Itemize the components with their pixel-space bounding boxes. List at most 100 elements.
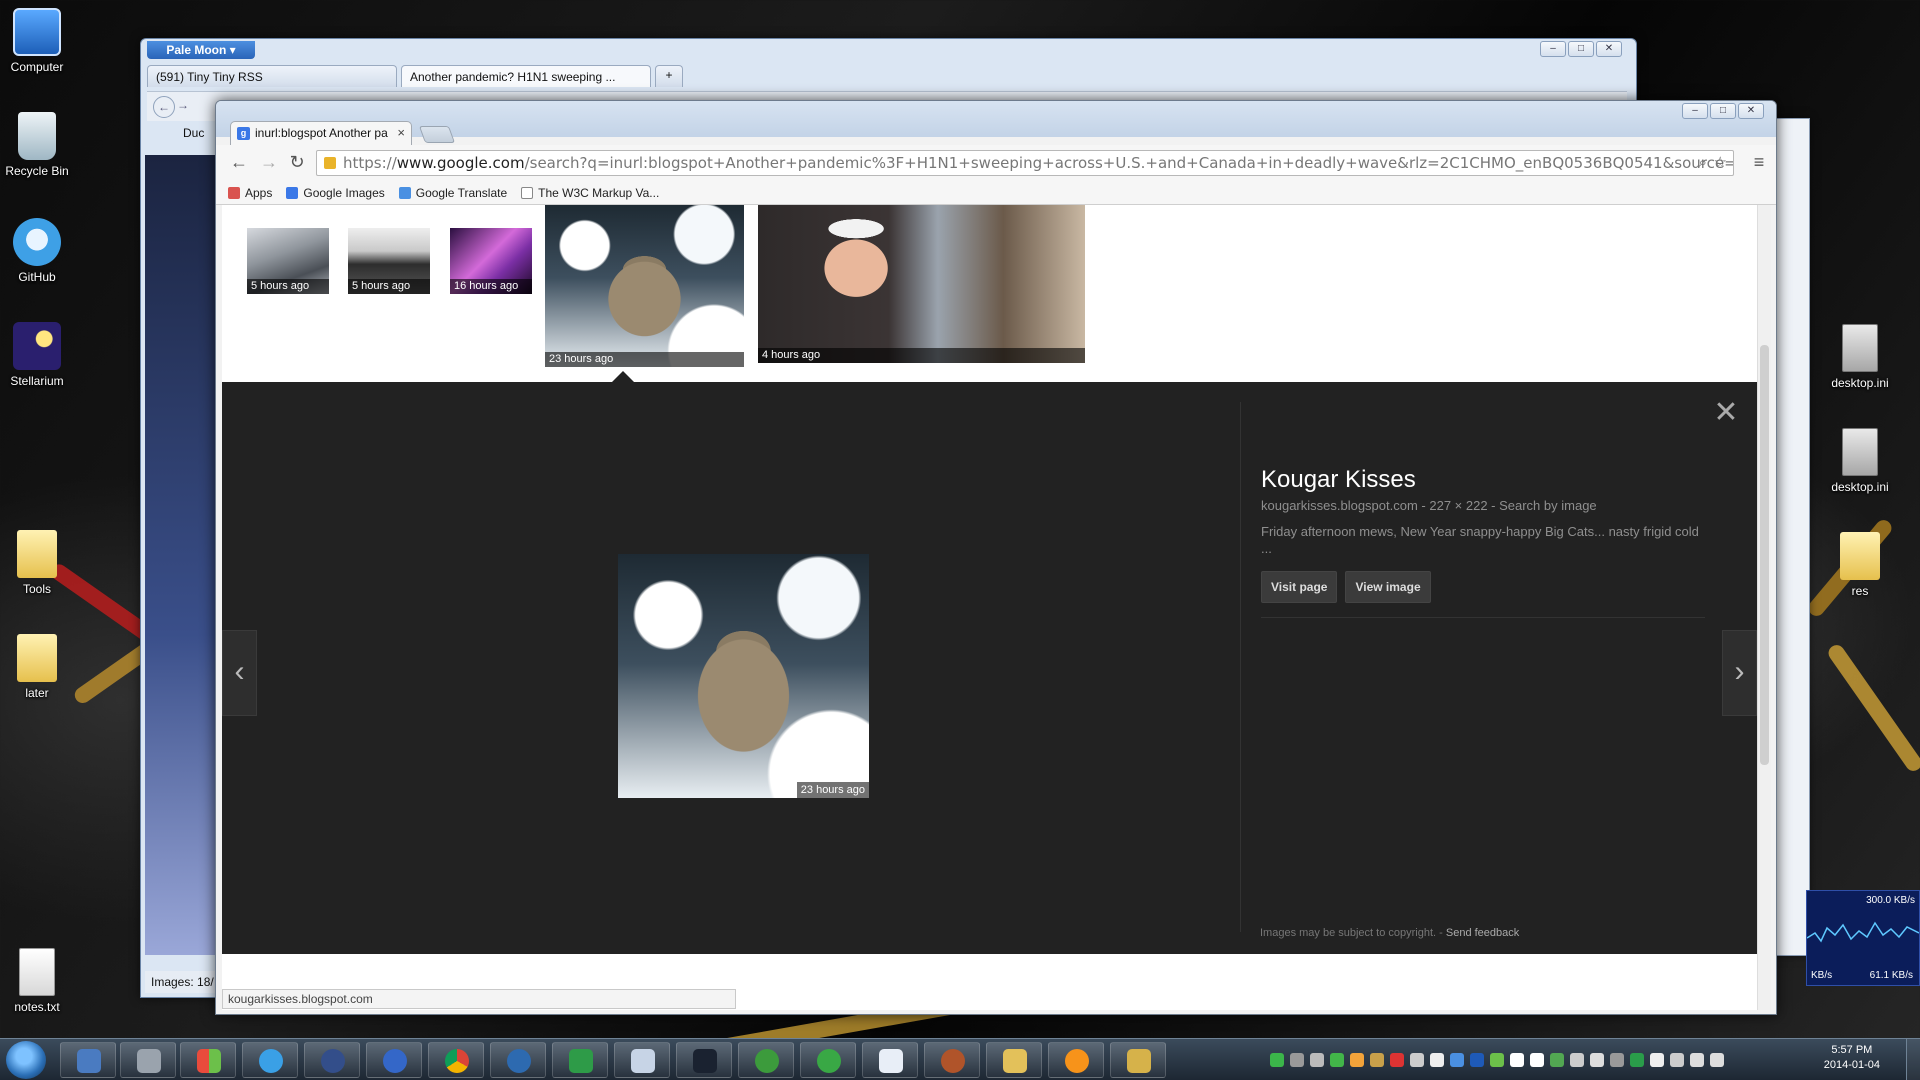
palemoon-tab-pandemic[interactable]: Another pandemic? H1N1 sweeping ... xyxy=(401,65,651,87)
desktop-icon-notes[interactable]: notes.txt xyxy=(0,948,82,1014)
tray-icon[interactable] xyxy=(1510,1053,1524,1067)
bookmark-google-images[interactable]: Google Images xyxy=(286,185,385,200)
forward-icon[interactable]: → xyxy=(258,151,280,173)
page-scrollbar[interactable] xyxy=(1757,205,1771,1010)
palemoon-menu-button[interactable]: Pale Moon ▾ xyxy=(147,41,255,59)
bookmark-apps[interactable]: Apps xyxy=(228,185,272,200)
desktop-icon-res[interactable]: res xyxy=(1815,532,1905,598)
tray-icon[interactable] xyxy=(1270,1053,1284,1067)
taskbar-app-python[interactable] xyxy=(738,1042,794,1078)
magnifier-icon xyxy=(879,1049,903,1073)
previous-arrow-icon[interactable]: ‹ xyxy=(222,630,257,716)
desktop-icon-desktop-ini[interactable]: desktop.ini xyxy=(1815,428,1905,494)
close-button[interactable]: ✕ xyxy=(1738,103,1764,119)
tray-icon[interactable] xyxy=(1670,1053,1684,1067)
send-feedback-link[interactable]: Send feedback xyxy=(1446,927,1519,939)
desktop-icon-desktop-ini[interactable]: desktop.ini xyxy=(1815,324,1905,390)
tray-icon[interactable] xyxy=(1470,1053,1484,1067)
back-icon[interactable]: ← xyxy=(228,151,250,173)
reload-icon[interactable]: ↻ xyxy=(286,151,308,173)
maximize-button[interactable]: □ xyxy=(1710,103,1736,119)
taskbar-app-bitcoin[interactable] xyxy=(1048,1042,1104,1078)
taskbar-app-lock[interactable] xyxy=(304,1042,360,1078)
show-desktop-button[interactable] xyxy=(1906,1039,1920,1080)
flag-icon[interactable] xyxy=(1650,1053,1664,1067)
result-thumbnail[interactable]: 4 hours ago xyxy=(758,205,1085,363)
scrollbar-thumb[interactable] xyxy=(1760,345,1769,765)
preview-title[interactable]: Kougar Kisses xyxy=(1261,466,1711,494)
desktop-icon-tools[interactable]: Tools xyxy=(0,530,82,596)
search-icon[interactable]: ⌕ xyxy=(1699,153,1707,171)
minimize-button[interactable]: – xyxy=(1682,103,1708,119)
taskbar-app-files[interactable] xyxy=(986,1042,1042,1078)
network-icon[interactable] xyxy=(1690,1053,1704,1067)
tray-icon[interactable] xyxy=(1610,1053,1624,1067)
tray-icon[interactable] xyxy=(1430,1053,1444,1067)
taskbar-app-search[interactable] xyxy=(862,1042,918,1078)
taskbar-app-keys[interactable] xyxy=(1110,1042,1166,1078)
taskbar-app-spreadsheet[interactable] xyxy=(552,1042,608,1078)
bookmark-label: Google Translate xyxy=(415,185,508,200)
chrome-window[interactable]: – □ ✕ g inurl:blogspot Another pa × ← → … xyxy=(215,100,1777,1015)
tray-icon[interactable] xyxy=(1550,1053,1564,1067)
taskbar-app-utorrent[interactable] xyxy=(800,1042,856,1078)
forward-icon[interactable]: → xyxy=(177,98,189,112)
bookmark-w3c-validator[interactable]: The W3C Markup Va... xyxy=(521,185,659,200)
taskbar-app-editor[interactable] xyxy=(614,1042,670,1078)
next-arrow-icon[interactable]: › xyxy=(1722,630,1757,716)
tool-icon xyxy=(137,1049,161,1073)
desktop-icon-computer[interactable]: Computer xyxy=(0,8,82,74)
tray-icon[interactable] xyxy=(1330,1053,1344,1067)
tray-icon[interactable] xyxy=(1390,1053,1404,1067)
speaker-icon[interactable] xyxy=(1710,1053,1724,1067)
tray-icon[interactable] xyxy=(1410,1053,1424,1067)
star-icon[interactable]: ☆ xyxy=(1714,153,1727,171)
clock[interactable]: 5:57 PM 2014-01-04 xyxy=(1824,1043,1880,1073)
visit-page-button[interactable]: Visit page xyxy=(1261,571,1338,603)
taskbar-app-windows[interactable] xyxy=(180,1042,236,1078)
taskbar-app-palemoon[interactable] xyxy=(366,1042,422,1078)
view-image-button[interactable]: View image xyxy=(1345,571,1431,603)
close-button[interactable]: ✕ xyxy=(1596,41,1622,57)
taskbar-app-remote[interactable] xyxy=(676,1042,732,1078)
taskbar-app-tool[interactable] xyxy=(120,1042,176,1078)
tray-icon[interactable] xyxy=(1310,1053,1324,1067)
minimize-button[interactable]: – xyxy=(1540,41,1566,57)
chrome-tab-search[interactable]: g inurl:blogspot Another pa × xyxy=(230,121,412,145)
back-icon[interactable]: ← xyxy=(153,96,175,118)
maximize-button[interactable]: □ xyxy=(1568,41,1594,57)
tray-icon[interactable] xyxy=(1490,1053,1504,1067)
start-button[interactable] xyxy=(6,1041,46,1079)
close-icon[interactable]: ✕ xyxy=(1713,398,1739,428)
taskbar-app-game[interactable] xyxy=(924,1042,980,1078)
menu-icon[interactable]: ≡ xyxy=(1748,151,1770,173)
bookmark-google-translate[interactable]: Google Translate xyxy=(398,185,508,200)
result-thumbnail[interactable]: 5 hours ago xyxy=(247,228,329,294)
taskbar-app-chrome[interactable] xyxy=(428,1042,484,1078)
google-favicon-icon: g xyxy=(237,127,250,140)
result-thumbnail-selected[interactable]: 23 hours ago xyxy=(545,205,744,367)
desktop-icon-stellarium[interactable]: Stellarium xyxy=(0,322,82,388)
tray-icon[interactable] xyxy=(1450,1053,1464,1067)
taskbar-app-explorer[interactable] xyxy=(60,1042,116,1078)
tray-icon[interactable] xyxy=(1590,1053,1604,1067)
taskbar-app-thunderbird[interactable] xyxy=(490,1042,546,1078)
new-tab-button[interactable] xyxy=(418,126,456,143)
tray-icon[interactable] xyxy=(1630,1053,1644,1067)
desktop-icon-github[interactable]: GitHub xyxy=(0,218,82,284)
tray-icon[interactable] xyxy=(1370,1053,1384,1067)
preview-image[interactable]: 23 hours ago xyxy=(618,554,869,798)
result-thumbnail[interactable]: 5 hours ago xyxy=(348,228,430,294)
taskbar-app-ie[interactable] xyxy=(242,1042,298,1078)
tray-icon[interactable] xyxy=(1530,1053,1544,1067)
desktop-icon-recycle-bin[interactable]: Recycle Bin xyxy=(0,112,82,178)
desktop-icon-later[interactable]: later xyxy=(0,634,82,700)
address-bar[interactable]: https://www.google.com/search?q=inurl:bl… xyxy=(316,150,1734,176)
tray-icon[interactable] xyxy=(1290,1053,1304,1067)
result-thumbnail[interactable]: 16 hours ago xyxy=(450,228,532,294)
palemoon-tab-tinytinyrss[interactable]: (591) Tiny Tiny RSS xyxy=(147,65,397,87)
tray-icon[interactable] xyxy=(1350,1053,1364,1067)
palemoon-new-tab-button[interactable]: + xyxy=(655,65,683,87)
volume-icon[interactable] xyxy=(1570,1053,1584,1067)
close-tab-icon[interactable]: × xyxy=(397,125,405,140)
